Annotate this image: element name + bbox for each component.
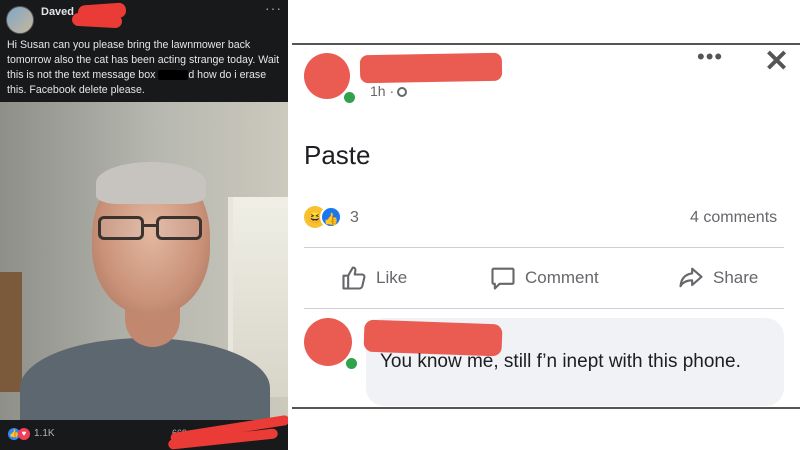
share-arrow-icon xyxy=(679,267,703,288)
comment-text: You know me, still f’n inept with this p… xyxy=(380,351,741,372)
post-message: Hi Susan can you please bring the lawnmo… xyxy=(7,38,283,98)
speech-bubble-icon xyxy=(491,267,515,290)
redaction-block xyxy=(158,70,189,81)
like-reaction-icon: 👍 xyxy=(320,206,342,228)
comment-label: Comment xyxy=(525,268,599,287)
redaction-scribble xyxy=(71,12,123,29)
post-timestamp[interactable]: 1h · xyxy=(370,83,408,99)
ellipsis-icon[interactable]: ··· xyxy=(265,0,282,16)
ellipsis-icon[interactable]: ••• xyxy=(697,44,723,70)
redaction-scribble xyxy=(359,52,503,84)
photo-glasses xyxy=(96,216,208,242)
right-post-panel: 1h · ••• ✕ Paste 😆 👍 3 4 comments Like C… xyxy=(292,0,800,450)
post-photo[interactable] xyxy=(0,102,288,420)
online-status-dot xyxy=(344,356,359,371)
comments-count[interactable]: 4 comments xyxy=(690,209,777,227)
share-button[interactable]: Share xyxy=(677,264,758,292)
online-status-dot xyxy=(342,90,357,105)
share-label: Share xyxy=(713,268,759,287)
reaction-count[interactable]: 1.1K xyxy=(34,428,55,439)
comment-button[interactable]: Comment xyxy=(489,264,599,292)
divider xyxy=(304,247,784,248)
timestamp-text: 1h · xyxy=(370,83,395,99)
love-reaction-icon: ♥ xyxy=(18,428,30,440)
divider xyxy=(304,308,784,309)
globe-icon xyxy=(397,87,408,98)
photo-shelf xyxy=(0,272,22,392)
post-content: Paste xyxy=(304,140,371,170)
photo-hair xyxy=(96,162,206,204)
author-avatar[interactable] xyxy=(6,6,34,34)
left-post-panel: Daved ··· Hi Susan can you please bring … xyxy=(0,0,288,450)
frame-border-top xyxy=(292,43,800,45)
close-icon[interactable]: ✕ xyxy=(764,44,789,79)
like-label: Like xyxy=(376,268,408,287)
reaction-count[interactable]: 3 xyxy=(350,209,359,227)
author-name[interactable]: Daved xyxy=(41,6,74,18)
thumbs-up-icon xyxy=(342,266,366,290)
like-button[interactable]: Like xyxy=(340,264,407,292)
frame-border-bottom xyxy=(292,407,800,409)
